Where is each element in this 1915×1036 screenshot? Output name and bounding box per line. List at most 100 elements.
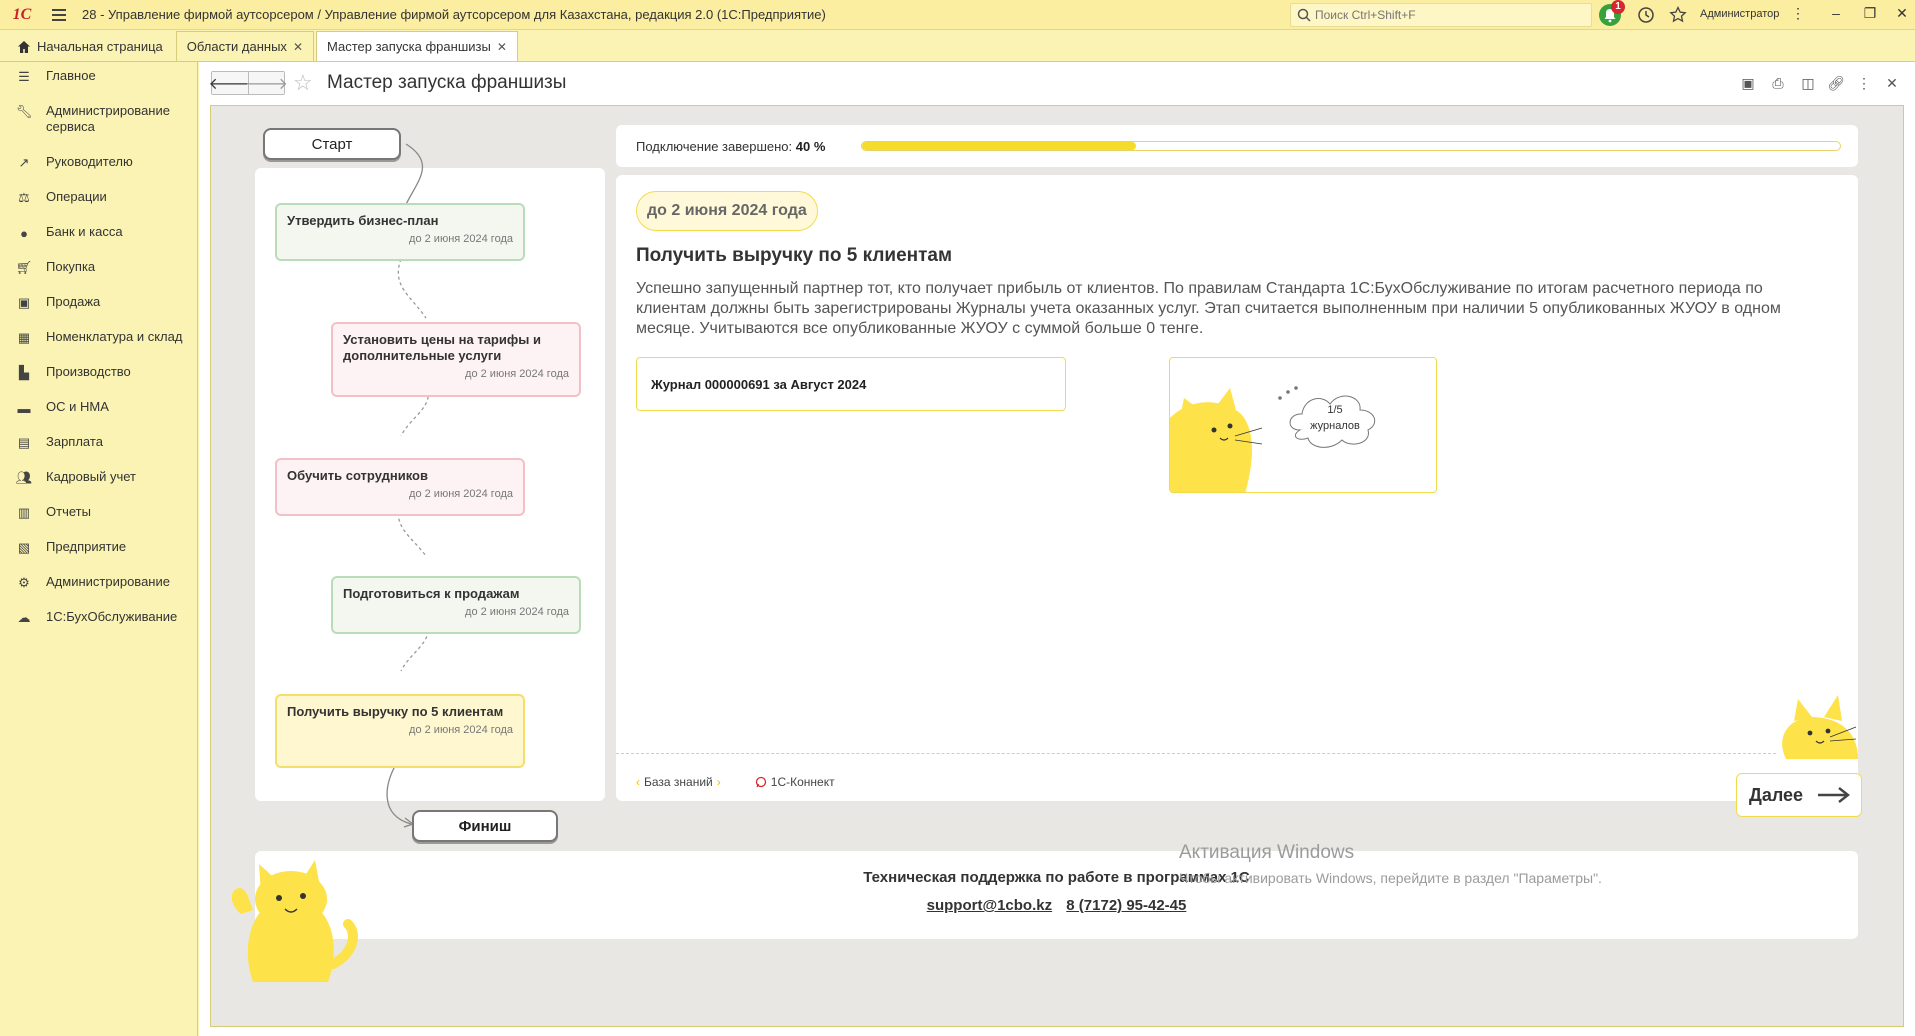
trend-icon: ↗: [18, 155, 30, 170]
wrench-icon: 🔧︎: [15, 104, 33, 119]
arrow-right-icon: [1818, 787, 1851, 803]
sidebar-item-bukh[interactable]: ☁ 1С:БухОбслуживание: [0, 609, 197, 644]
close-tab-icon[interactable]: ✕: [293, 40, 303, 54]
tab-franchise-wizard[interactable]: Мастер запуска франшизы ✕: [316, 31, 518, 61]
operations-icon: ⚖: [18, 190, 30, 205]
favorite-star-icon[interactable]: ☆: [293, 70, 313, 96]
tab-label: Области данных: [186, 39, 287, 54]
more-actions-icon[interactable]: ⋮: [1855, 75, 1873, 93]
support-email-link[interactable]: support@1cbo.kz: [927, 897, 1052, 914]
sidebar-item-hr[interactable]: 👥︎ Кадровый учет: [0, 469, 197, 504]
step-detail-card: до 2 июня 2024 года Получить выручку по …: [616, 175, 1862, 817]
step-card-active[interactable]: Получить выручку по 5 клиентам до 2 июня…: [275, 694, 525, 768]
menu-icon: ☰: [18, 69, 30, 84]
progress-card: Подключение завершено: 40 %: [616, 125, 1858, 167]
more-menu-icon[interactable]: ⋮: [1788, 5, 1808, 22]
print-icon[interactable]: ⎙: [1769, 75, 1787, 93]
save-icon[interactable]: ▣: [1739, 75, 1757, 93]
close-tab-icon[interactable]: ✕: [497, 40, 507, 54]
knowledge-base-link[interactable]: ‹ База знаний ›: [636, 775, 721, 789]
sidebar-item-manager[interactable]: ↗ Руководителю: [0, 154, 197, 189]
deadline-badge: до 2 июня 2024 года: [636, 191, 818, 231]
sidebar: ☰ Главное 🔧︎ Администрирование сервиса ↗ Ру…: [0, 62, 198, 1036]
step-title: Получить выручку по 5 клиентам: [636, 245, 953, 266]
favorites-button[interactable]: [1666, 3, 1690, 27]
arrow-right-icon: 🡒: [245, 75, 288, 93]
sidebar-item-service-admin[interactable]: 🔧︎ Администрирование сервиса: [0, 103, 197, 154]
step-card[interactable]: Установить цены на тарифы и дополнительн…: [331, 322, 581, 397]
sidebar-item-reports[interactable]: ▥ Отчеты: [0, 504, 197, 539]
minimize-button[interactable]: –: [1826, 5, 1846, 21]
sidebar-item-salary[interactable]: ▤ Зарплата: [0, 434, 197, 469]
next-button[interactable]: Далее: [1736, 773, 1862, 817]
connect-link[interactable]: 1С-Коннект: [755, 775, 835, 789]
forward-button[interactable]: 🡒: [245, 72, 288, 94]
tab-label: Начальная страница: [37, 39, 163, 54]
support-phone-link[interactable]: 8 (7172) 95-42-45: [1066, 897, 1186, 914]
sidebar-item-bank[interactable]: ● Банк и касса: [0, 224, 197, 259]
step-card[interactable]: Утвердить бизнес-план до 2 июня 2024 год…: [275, 203, 525, 261]
progress-illustration: 1/5 журналов: [1169, 357, 1437, 493]
app-logo[interactable]: 1С: [0, 0, 44, 30]
search-input[interactable]: [1315, 8, 1575, 22]
content-area: 🡐 🡒 ☆ Мастер запуска франшизы ▣ ⎙ ◫ 🔗︎ ⋮…: [199, 62, 1915, 1036]
progress-label: Подключение завершено: 40 %: [636, 138, 826, 154]
window-title: 28 - Управление фирмой аутсорсером / Упр…: [82, 7, 826, 22]
support-card: Техническая поддержка по работе в програ…: [255, 851, 1858, 939]
main-menu-icon[interactable]: [44, 0, 74, 30]
star-icon: [1669, 6, 1687, 23]
close-window-button[interactable]: ✕: [1892, 5, 1912, 22]
factory-icon: ▙: [19, 365, 29, 380]
preview-icon[interactable]: ◫: [1799, 75, 1817, 93]
start-pill: Старт: [263, 128, 401, 160]
divider: [616, 753, 1776, 754]
step-name: Подготовиться к продажам: [343, 586, 520, 601]
step-date: до 2 июня 2024 года: [465, 368, 569, 380]
gear-icon: ⚙: [18, 575, 30, 590]
global-search[interactable]: [1290, 3, 1592, 27]
nav-buttons: 🡐 🡒: [209, 71, 288, 95]
close-form-icon[interactable]: ✕: [1883, 75, 1901, 93]
chat-icon: [755, 776, 766, 788]
chart-icon: ▥: [17, 505, 31, 520]
notifications-button[interactable]: 1: [1598, 0, 1625, 27]
history-icon: [1638, 7, 1654, 23]
sidebar-item-main[interactable]: ☰ Главное: [0, 68, 197, 103]
waving-cat-illustration: [231, 860, 358, 982]
sidebar-item-sales[interactable]: ▣ Продажа: [0, 294, 197, 329]
step-card[interactable]: Обучить сотрудников до 2 июня 2024 года: [275, 458, 525, 516]
journal-link[interactable]: Журнал 000000691 за Август 2024: [636, 357, 1066, 411]
step-name: Обучить сотрудников: [287, 468, 428, 483]
step-date: до 2 июня 2024 года: [409, 233, 513, 245]
step-date: до 2 июня 2024 года: [409, 488, 513, 500]
sidebar-item-administration[interactable]: ⚙ Администрирование: [0, 574, 197, 609]
tab-home[interactable]: Начальная страница: [6, 31, 174, 61]
step-name: Утвердить бизнес-план: [287, 213, 439, 228]
step-date: до 2 июня 2024 года: [409, 724, 513, 736]
sidebar-item-production[interactable]: ▙ Производство: [0, 364, 197, 399]
current-user[interactable]: Администратор: [1700, 8, 1779, 20]
step-date: до 2 июня 2024 года: [465, 606, 569, 618]
sidebar-item-enterprise[interactable]: ▧ Предприятие: [0, 539, 197, 574]
history-button[interactable]: [1634, 3, 1658, 27]
bank-icon: ●: [20, 225, 28, 241]
tab-label: Мастер запуска франшизы: [327, 39, 491, 54]
step-card[interactable]: Подготовиться к продажам до 2 июня 2024 …: [331, 576, 581, 634]
bell-icon: 1: [1599, 0, 1625, 26]
tab-data-areas[interactable]: Области данных ✕: [175, 31, 314, 61]
support-title: Техническая поддержка по работе в програ…: [863, 869, 1250, 886]
progress-value: 40 %: [795, 138, 826, 154]
home-icon: [18, 40, 30, 53]
link-icon[interactable]: 🔗︎: [1827, 75, 1845, 93]
sidebar-item-purchase[interactable]: 🛒︎ Покупка: [0, 259, 197, 294]
restore-button[interactable]: ❐: [1860, 5, 1880, 22]
peeking-cat-illustration: [1782, 695, 1858, 759]
search-icon: [1297, 8, 1311, 22]
progress-bar: [861, 141, 1841, 151]
windows-activation-watermark: Активация Windows Чтобы активировать Win…: [1179, 842, 1602, 886]
sidebar-item-nomenclature[interactable]: ▦ Номенклатура и склад: [0, 329, 197, 364]
chevron-right-icon: ›: [716, 775, 721, 789]
sidebar-item-operations[interactable]: ⚖ Операции: [0, 189, 197, 224]
back-button[interactable]: 🡐: [209, 72, 251, 94]
sidebar-item-fixed-assets[interactable]: ▬ ОС и НМА: [0, 399, 197, 434]
